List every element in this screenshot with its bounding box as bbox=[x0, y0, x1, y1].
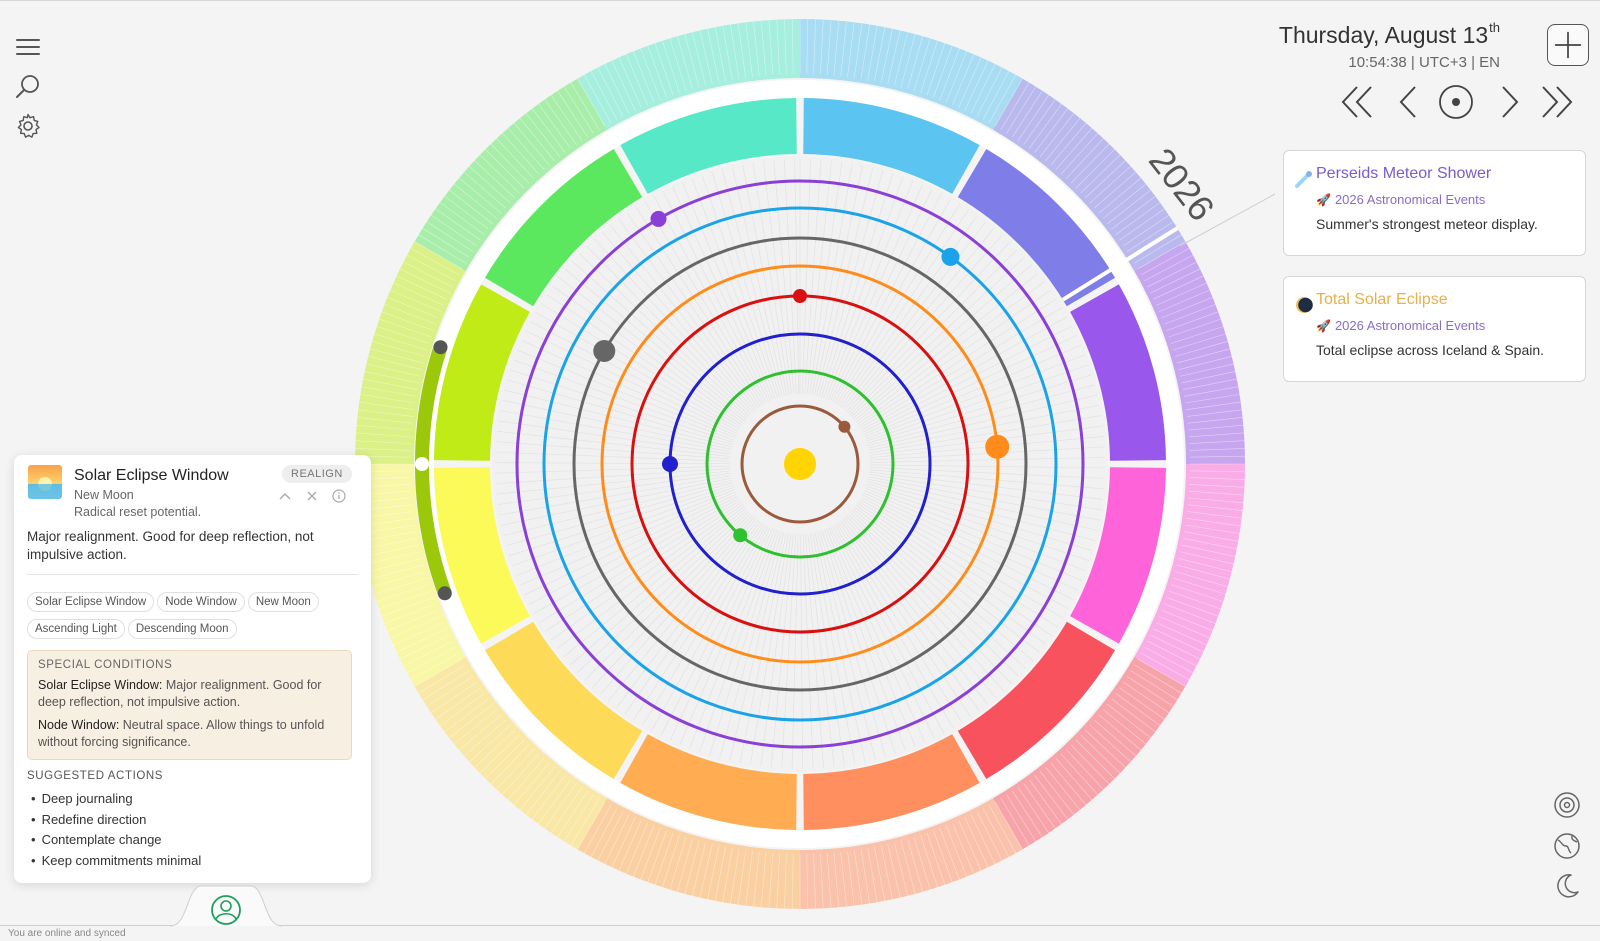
sun-marker bbox=[784, 448, 816, 480]
tag[interactable]: Solar Eclipse Window bbox=[27, 592, 155, 612]
double-chevron-left-icon bbox=[1341, 86, 1372, 118]
panel-title: Solar Eclipse Window bbox=[74, 467, 229, 484]
planet-marker[interactable] bbox=[733, 528, 748, 543]
plus-icon bbox=[1554, 31, 1582, 59]
planet-marker[interactable] bbox=[662, 456, 678, 472]
list-item: Keep commitments minimal bbox=[27, 851, 202, 872]
sync-status: You are online and synced bbox=[8, 928, 126, 939]
planet-marker[interactable] bbox=[793, 289, 807, 303]
suggested-list: Deep journaling Redefine direction Conte… bbox=[27, 789, 202, 872]
info-icon[interactable] bbox=[331, 488, 347, 504]
rocket-icon: 🚀 bbox=[1316, 193, 1331, 207]
chevron-right-icon bbox=[1502, 86, 1519, 118]
moon-phase: New Moon bbox=[74, 488, 134, 502]
status-badge: REALIGN bbox=[282, 465, 352, 483]
planet-marker[interactable] bbox=[941, 247, 960, 266]
event-card-perseids[interactable]: Perseids Meteor Shower 🚀 2026 Astronomica… bbox=[1283, 150, 1586, 256]
planets-icon[interactable] bbox=[1553, 791, 1581, 819]
panel-description: Major realignment. Good for deep reflect… bbox=[27, 529, 314, 562]
event-title: Total Solar Eclipse bbox=[1316, 291, 1448, 308]
event-calendar: 🚀 2026 Astronomical Events bbox=[1316, 192, 1486, 207]
divider bbox=[27, 574, 358, 575]
selection-handle[interactable] bbox=[433, 340, 448, 355]
current-date: Thursday, August 13th bbox=[1278, 20, 1500, 48]
event-description: Total eclipse across Iceland & Spain. bbox=[1316, 342, 1545, 358]
next-button[interactable] bbox=[1489, 82, 1527, 122]
special-item: Node Window: Neutral space. Allow things… bbox=[38, 718, 325, 749]
tag[interactable]: Descending Moon bbox=[127, 619, 237, 639]
special-heading: SPECIAL CONDITIONS bbox=[38, 659, 173, 671]
close-icon[interactable] bbox=[304, 488, 320, 504]
event-title: Perseids Meteor Shower bbox=[1316, 165, 1492, 182]
today-icon bbox=[1439, 85, 1473, 119]
previous-button[interactable] bbox=[1391, 82, 1429, 122]
meteor-icon bbox=[1295, 171, 1312, 188]
previous-year-button[interactable] bbox=[1339, 82, 1377, 122]
current-time: 10:54:38 | UTC+3 | EN bbox=[1348, 54, 1500, 71]
planet-marker[interactable] bbox=[593, 340, 616, 362]
special-item: Solar Eclipse Window: Major realignment.… bbox=[38, 678, 322, 709]
next-year-button[interactable] bbox=[1537, 82, 1575, 122]
list-item: Contemplate change bbox=[27, 830, 201, 851]
panel-subtitle: Radical reset potential. bbox=[74, 505, 202, 519]
event-card-eclipse[interactable]: Total Solar Eclipse 🚀 2026 Astronomical E… bbox=[1283, 276, 1586, 382]
planet-marker[interactable] bbox=[650, 210, 667, 227]
tag[interactable]: New Moon bbox=[247, 592, 319, 612]
selection-handle[interactable] bbox=[437, 586, 452, 601]
day-info-panel: Solar Eclipse Window New Moon Radical re… bbox=[14, 455, 371, 883]
event-calendar: 🚀 2026 Astronomical Events bbox=[1316, 318, 1486, 333]
suggested-heading: SUGGESTED ACTIONS bbox=[27, 770, 164, 782]
list-item: Deep journaling bbox=[27, 789, 201, 810]
double-chevron-right-icon bbox=[1542, 86, 1573, 118]
today-marker bbox=[415, 457, 429, 471]
add-button[interactable] bbox=[1547, 24, 1589, 66]
planet-marker[interactable] bbox=[838, 420, 851, 433]
globe-icon[interactable] bbox=[1553, 832, 1581, 860]
planet-marker[interactable] bbox=[985, 434, 1010, 459]
list-item: Redefine direction bbox=[27, 810, 201, 831]
chevron-left-icon bbox=[1399, 86, 1416, 118]
rocket-icon: 🚀 bbox=[1316, 319, 1331, 333]
profile-tab[interactable] bbox=[169, 880, 283, 936]
special-conditions: SPECIAL CONDITIONS Solar Eclipse Window:… bbox=[27, 650, 352, 760]
sunrise-icon bbox=[28, 465, 62, 499]
eclipse-icon bbox=[1296, 297, 1313, 313]
moon-icon[interactable] bbox=[1553, 872, 1581, 900]
collapse-icon[interactable] bbox=[277, 488, 293, 504]
tag[interactable]: Ascending Light bbox=[27, 619, 125, 639]
tag[interactable]: Node Window bbox=[157, 592, 245, 612]
tag-list: Solar Eclipse Window Node Window New Moon A… bbox=[27, 592, 362, 646]
event-description: Summer's strongest meteor display. bbox=[1316, 216, 1538, 232]
today-button[interactable] bbox=[1437, 82, 1475, 122]
